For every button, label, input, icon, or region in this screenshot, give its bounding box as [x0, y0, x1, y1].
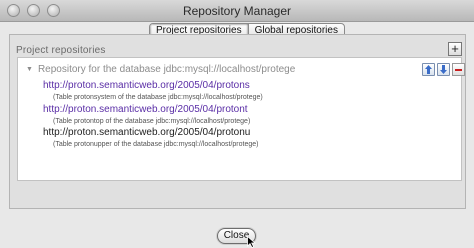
move-up-icon	[425, 65, 432, 74]
add-repository-button[interactable]: +	[448, 42, 462, 56]
repository-header[interactable]: ▼ Repository for the database jdbc:mysql:…	[26, 64, 295, 75]
mouse-pointer-icon	[247, 236, 256, 248]
repository-header-label: Repository for the database jdbc:mysql:/…	[37, 64, 296, 75]
repository-entry-url[interactable]: http://proton.semanticweb.org/2005/04/pr…	[43, 80, 250, 91]
repository-entry-description: (Table protonupper of the database jdbc:…	[53, 141, 259, 148]
move-up-button[interactable]	[422, 63, 435, 76]
repository-list-panel: ▼ Repository for the database jdbc:mysql:…	[17, 57, 465, 181]
repository-entry-url[interactable]: http://proton.semanticweb.org/2005/04/pr…	[43, 127, 250, 138]
repository-entry-url[interactable]: http://proton.semanticweb.org/2005/04/pr…	[43, 104, 248, 115]
group-title: Project repositories	[16, 45, 106, 56]
project-repositories-group: Project repositories + ▼ Repository for t…	[9, 34, 466, 209]
move-down-icon	[440, 65, 447, 74]
disclosure-triangle-icon[interactable]: ▼	[26, 66, 33, 73]
repository-manager-window: Repository Manager Project repositories …	[0, 0, 474, 248]
window-title: Repository Manager	[182, 4, 292, 18]
move-down-button[interactable]	[437, 63, 450, 76]
repository-entry-description: (Table protonsystem of the database jdbc…	[53, 94, 263, 101]
repository-entry-description: (Table protontop of the database jdbc:my…	[53, 118, 251, 125]
title-bar: Repository Manager	[0, 0, 474, 22]
remove-icon	[455, 69, 462, 71]
remove-button[interactable]	[452, 63, 465, 76]
